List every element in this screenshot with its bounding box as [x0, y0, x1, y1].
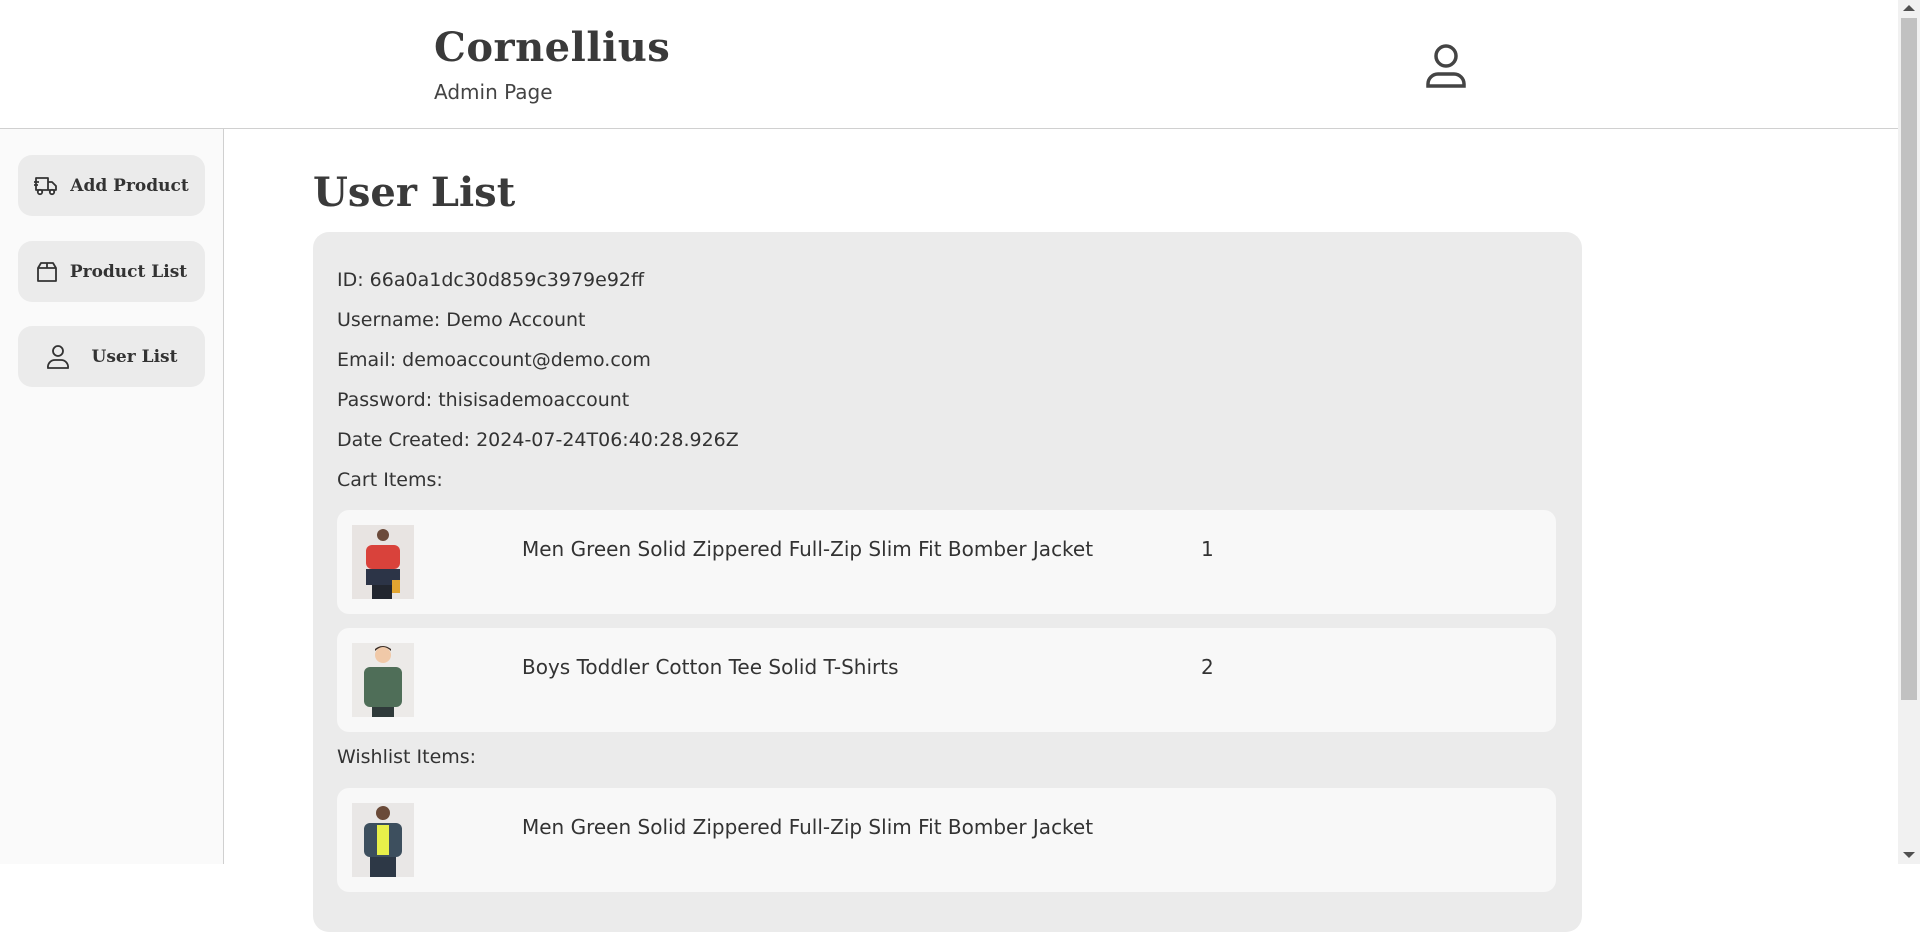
- user-icon: [46, 344, 69, 369]
- wishlist-items-label: Wishlist Items:: [337, 746, 477, 768]
- wishlist-item-name: Men Green Solid Zippered Full-Zip Slim F…: [522, 815, 1094, 839]
- user-card: ID: 66a0a1dc30d859c3979e92ff Username: D…: [313, 232, 1582, 932]
- sidebar-item-add-product[interactable]: Add Product: [18, 155, 205, 216]
- page-scrollbar[interactable]: [1898, 0, 1920, 864]
- sidebar-item-label: Add Product: [70, 175, 189, 196]
- sidebar-item-product-list[interactable]: Product List: [18, 241, 205, 302]
- user-username: Username: Demo Account: [337, 309, 586, 331]
- sidebar-item-label: User List: [91, 346, 178, 367]
- sidebar-item-user-list[interactable]: User List: [18, 326, 205, 387]
- brand: Cornellius Admin Page: [434, 24, 670, 104]
- cart-item-qty: 1: [1201, 537, 1214, 561]
- scroll-down-icon[interactable]: [1903, 852, 1915, 858]
- cart-items-label: Cart Items:: [337, 469, 443, 491]
- sidebar-item-label: Product List: [69, 261, 188, 282]
- cart-item-row: Boys Toddler Cotton Tee Solid T-Shirts 2: [337, 628, 1556, 732]
- product-image: [352, 643, 414, 717]
- user-password: Password: thisisademoaccount: [337, 389, 630, 411]
- wishlist-item-row: Men Green Solid Zippered Full-Zip Slim F…: [337, 788, 1556, 892]
- page-title: User List: [313, 169, 516, 216]
- sidebar: Add Product Product List User List: [0, 129, 224, 864]
- header: Cornellius Admin Page: [0, 0, 1898, 129]
- brand-subtitle: Admin Page: [434, 80, 553, 104]
- scroll-up-icon[interactable]: [1903, 5, 1915, 11]
- cart-item-name: Men Green Solid Zippered Full-Zip Slim F…: [522, 537, 1094, 561]
- product-image: [352, 803, 414, 877]
- user-email: Email: demoaccount@demo.com: [337, 349, 651, 371]
- cart-item-row: Men Green Solid Zippered Full-Zip Slim F…: [337, 510, 1556, 614]
- brand-title: Cornellius: [434, 24, 671, 71]
- truck-icon: [34, 176, 58, 195]
- user-date-created: Date Created: 2024-07-24T06:40:28.926Z: [337, 429, 739, 451]
- scroll-thumb[interactable]: [1901, 18, 1917, 700]
- product-image: [352, 525, 414, 599]
- cart-item-name: Boys Toddler Cotton Tee Solid T-Shirts: [522, 655, 899, 679]
- box-icon: [36, 261, 57, 282]
- user-id: ID: 66a0a1dc30d859c3979e92ff: [337, 269, 645, 291]
- cart-item-qty: 2: [1201, 655, 1214, 679]
- user-icon: [1426, 44, 1466, 88]
- account-button[interactable]: [1420, 40, 1472, 92]
